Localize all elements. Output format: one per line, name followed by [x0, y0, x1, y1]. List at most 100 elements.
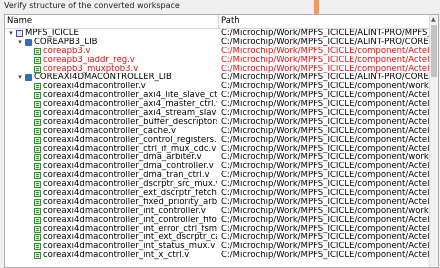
tree-row[interactable]: ▾ COREAPB3_LIB C:/Microchip/Work/MPFS_ICIC…: [5, 38, 430, 47]
tree-row[interactable]: coreaxi4dmacontroller_fixed_priority_arb…: [5, 198, 430, 207]
verilog-file-icon: [34, 154, 41, 162]
tree-row[interactable]: coreaxi4dmacontroller_axi4_lite_slave_ct…: [5, 91, 430, 100]
tree-row-path: C:/Microchip/Work/MPFS_ICICLE/component/…: [221, 135, 429, 145]
expand-chevron-icon[interactable]: ▾: [7, 29, 15, 38]
tree-row[interactable]: coreaxi4dmacontroller_control_registers.…: [5, 136, 430, 145]
verilog-file-icon: [34, 65, 41, 73]
tree-row-label: coreaxi4dmacontroller_buffer_descriptors…: [43, 117, 217, 127]
tree-row[interactable]: coreaxi4dmacontroller_int_ext_dscrptr_ca…: [5, 233, 430, 242]
tree-row-path: C:/Microchip/Work/MPFS_ICICLE/component/…: [221, 126, 429, 136]
tree-row[interactable]: coreaxi4dmacontroller_axi4_stream_slave_…: [5, 109, 430, 118]
tree-row-name-cell: ▾ COREAPB3_LIB: [5, 38, 217, 47]
tree-row-label: coreapb3_iaddr_reg.v: [43, 55, 135, 65]
verilog-file-icon: [34, 56, 41, 64]
verilog-file-icon: [34, 110, 41, 118]
verilog-file-icon: [34, 252, 41, 260]
verilog-file-icon: [34, 118, 41, 126]
tree-row[interactable]: coreaxi4dmacontroller_int_controller.v C:…: [5, 207, 430, 216]
tree-row[interactable]: coreaxi4dmacontroller_dscrptr_src_mux.v C…: [5, 180, 430, 189]
tree-row-path: C:/Microchip/Work/MPFS_ICICLE/component/…: [221, 117, 429, 127]
tree-row[interactable]: ▾ MPFS_ICICLE C:/Microchip/Work/MPFS_ICICL…: [5, 29, 430, 38]
tree-row-path: C:/Microchip/Work/MPFS_ICICLE/component/…: [221, 233, 429, 243]
tree-row[interactable]: coreapb3.v C:/Microchip/Work/MPFS_ICICLE/…: [5, 47, 430, 56]
verilog-file-icon: [34, 181, 41, 189]
tree-row-path: C:/Microchip/Work/MPFS_ICICLE/ALINT-PRO/…: [221, 37, 429, 47]
scrollbar-thumb[interactable]: [431, 25, 437, 77]
tree-row-name-cell: coreaxi4dmacontroller_int_controller_fif…: [5, 216, 217, 225]
tree-row-path: C:/Microchip/Work/MPFS_ICICLE/component/…: [221, 55, 429, 65]
tree-row-path: C:/Microchip/Work/MPFS_ICICLE/component/…: [221, 64, 429, 74]
tree-row[interactable]: coreaxi4dmacontroller.v C:/Microchip/Work…: [5, 82, 430, 91]
tree-row[interactable]: coreaxi4dmacontroller_buffer_descriptors…: [5, 118, 430, 127]
tree-row-path: C:/Microchip/Work/MPFS_ICICLE/component/…: [221, 162, 429, 172]
verilog-file-icon: [34, 92, 41, 100]
tree-row-name-cell: ▾ COREAXI4DMACONTROLLER_LIB: [5, 73, 217, 82]
tree-row-label: coreaxi4dmacontroller_axi4_master_ctrl.v: [43, 100, 217, 110]
tree-row-name-cell: coreaxi4dmacontroller_ctrl_if_mux_cdc.v: [5, 145, 217, 154]
tree-row-label: MPFS_ICICLE: [25, 29, 79, 38]
tree-row-path: C:/Microchip/Work/MPFS_ICICLE/component/…: [221, 197, 429, 207]
tree-row-path: C:/Microchip/Work/MPFS_ICICLE/component/…: [221, 100, 429, 110]
tree-row[interactable]: ▾ COREAXI4DMACONTROLLER_LIB C:/Microchip/W…: [5, 73, 430, 82]
vertical-scrollbar[interactable]: ▲: [429, 15, 438, 267]
tree-row-label: coreaxi4dmacontroller_dma_controller.v: [43, 162, 214, 172]
tree-row-path: C:/Microchip/Work/MPFS_ICICLE/component/…: [221, 82, 429, 92]
tree-row[interactable]: coreaxi4dmacontroller_int_status_mux.v C:…: [5, 242, 430, 251]
tree-row-path: C:/Microchip/Work/MPFS_ICICLE/component/…: [221, 171, 429, 181]
tree-row-label: coreaxi4dmacontroller_int_ext_dscrptr_ca…: [43, 233, 217, 243]
tree-row[interactable]: coreaxi4dmacontroller_cache.v C:/Microchi…: [5, 127, 430, 136]
tree-row[interactable]: coreapb3_iaddr_reg.v C:/Microchip/Work/MP…: [5, 56, 430, 65]
tree-row[interactable]: coreaxi4dmacontroller_axi4_master_ctrl.v…: [5, 100, 430, 109]
tree-row-label: coreaxi4dmacontroller_ext_dscrptr_fetch_…: [43, 189, 217, 198]
workspace-tree[interactable]: Name Path ▾ MPFS_ICICLE C:/Microchip/Work/…: [4, 14, 439, 268]
tree-row[interactable]: coreaxi4dmacontroller_dma_arbiter.v C:/Mi…: [5, 153, 430, 162]
tree-row[interactable]: coreaxi4dmacontroller_int_controller_fif…: [5, 216, 430, 225]
tree-row-name-cell: coreaxi4dmacontroller_control_registers.…: [5, 136, 217, 145]
tree-row-name-cell: coreaxi4dmacontroller_axi4_master_ctrl.v: [5, 100, 217, 109]
tree-header: Name Path: [5, 15, 430, 29]
tree-row-label: coreaxi4dmacontroller_ctrl_if_mux_cdc.v: [43, 144, 217, 154]
tree-row[interactable]: coreaxi4dmacontroller_int_error_ctrl_fsm…: [5, 225, 430, 234]
tree-row-name-cell: coreaxi4dmacontroller_dscrptr_src_mux.v: [5, 180, 217, 189]
verilog-file-icon: [34, 172, 41, 180]
tree-row[interactable]: coreaxi4dmacontroller_int_x_ctrl.v C:/Mic…: [5, 251, 430, 260]
library-icon: [25, 38, 32, 46]
expand-chevron-icon[interactable]: ▾: [16, 38, 24, 47]
column-header-name[interactable]: Name: [7, 16, 32, 26]
dialog-subtitle: Verify structure of the converted worksp…: [4, 1, 180, 10]
tree-row-name-cell: coreaxi4dmacontroller.v: [5, 82, 217, 91]
tree-row-name-cell: coreaxi4dmacontroller_int_error_ctrl_fsm…: [5, 225, 217, 234]
tree-row-label: coreaxi4dmacontroller_dscrptr_src_mux.v: [43, 180, 217, 190]
tree-row-name-cell: coreaxi4dmacontroller_axi4_stream_slave_…: [5, 109, 217, 118]
column-header-path[interactable]: Path: [221, 16, 240, 26]
tree-row-label: COREAXI4DMACONTROLLER_LIB: [34, 73, 172, 83]
expand-chevron-icon[interactable]: ▾: [16, 73, 24, 82]
tree-row-name-cell: coreaxi4dmacontroller_axi4_lite_slave_ct…: [5, 91, 217, 100]
tree-row-name-cell: coreaxi4dmacontroller_dma_arbiter.v: [5, 153, 217, 162]
tree-row-path: C:/Microchip/Work/MPFS_ICICLE/component/…: [221, 46, 429, 56]
column-divider[interactable]: [218, 15, 219, 28]
tree-row-name-cell: coreapb3_muxptob3.v: [5, 65, 217, 74]
tree-row-label: coreaxi4dmacontroller_dma_arbiter.v: [43, 153, 202, 163]
tree-row[interactable]: coreaxi4dmacontroller_ctrl_if_mux_cdc.v C…: [5, 145, 430, 154]
tree-row-label: coreaxi4dmacontroller_int_controller.v: [43, 206, 206, 216]
tree-row-path: C:/Microchip/Work/MPFS_ICICLE/component/…: [221, 215, 429, 225]
scroll-up-icon[interactable]: ▲: [431, 16, 436, 23]
tree-row-name-cell: coreaxi4dmacontroller_int_controller.v: [5, 207, 217, 216]
tree-row-label: coreaxi4dmacontroller_int_controller_fif…: [43, 215, 217, 225]
tree-row-name-cell: coreaxi4dmacontroller_dma_tran_ctrl.v: [5, 171, 217, 180]
tree-row-path: C:/Microchip/Work/MPFS_ICICLE/ALINT-PRO/…: [221, 29, 429, 38]
tree-row-name-cell: coreapb3_iaddr_reg.v: [5, 56, 217, 65]
tree-row-label: coreaxi4dmacontroller_int_x_ctrl.v: [43, 251, 190, 261]
verilog-file-icon: [34, 216, 41, 224]
tree-row-label: coreaxi4dmacontroller_axi4_stream_slave_…: [43, 109, 217, 118]
tree-row[interactable]: coreaxi4dmacontroller_ext_dscrptr_fetch_…: [5, 189, 430, 198]
tree-row-label: coreapb3.v: [43, 46, 91, 56]
tree-row[interactable]: coreapb3_muxptob3.v C:/Microchip/Work/MPF…: [5, 65, 430, 74]
tree-row-name-cell: coreapb3.v: [5, 47, 217, 56]
tree-row-label: coreaxi4dmacontroller_axi4_lite_slave_ct…: [43, 91, 217, 101]
tree-row[interactable]: coreaxi4dmacontroller_dma_controller.v C:…: [5, 162, 430, 171]
tree-row-path: C:/Microchip/Work/MPFS_ICICLE/component/…: [221, 109, 429, 118]
verilog-file-icon: [34, 225, 41, 233]
tree-row[interactable]: coreaxi4dmacontroller_dma_tran_ctrl.v C:/…: [5, 171, 430, 180]
